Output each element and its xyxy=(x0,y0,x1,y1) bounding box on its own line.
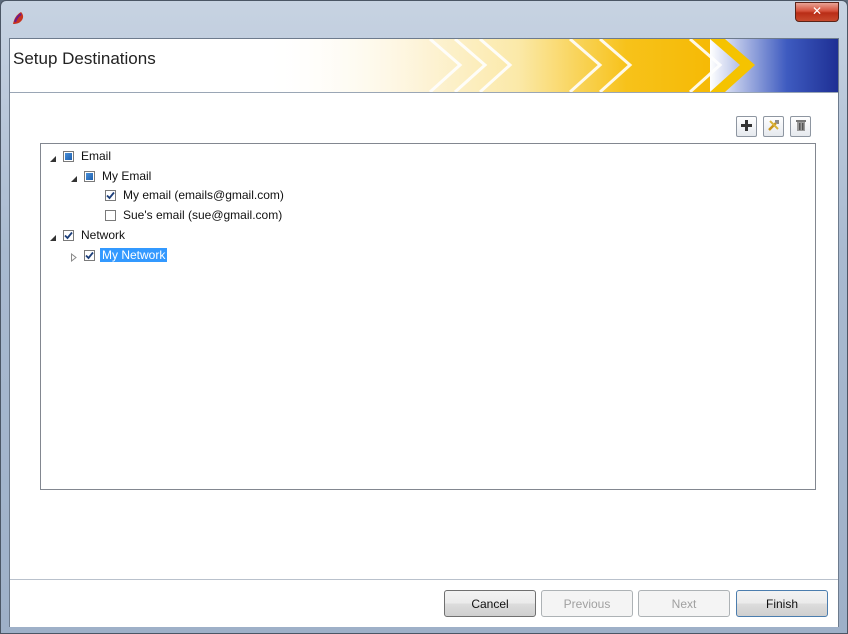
previous-button[interactable]: Previous xyxy=(541,590,633,617)
next-button[interactable]: Next xyxy=(638,590,730,617)
my-email-group-checkbox[interactable] xyxy=(84,170,95,182)
trash-icon xyxy=(795,117,807,136)
tree-node-label: Sue's email (sue@gmail.com) xyxy=(123,208,283,222)
tree-node-label: My Network xyxy=(100,248,168,262)
close-button[interactable]: ✕ xyxy=(795,2,839,22)
window-frame: ✕ Setup Destinations Email My Email My e… xyxy=(0,0,848,634)
wizard-footer: Cancel Previous Next Finish xyxy=(10,579,838,627)
sues-email-checkbox[interactable] xyxy=(105,209,116,221)
page-title: Setup Destinations xyxy=(13,49,156,68)
edit-destination-button[interactable] xyxy=(763,116,784,137)
my-network-checkbox[interactable] xyxy=(84,249,95,261)
tree-node-label: My Email xyxy=(102,169,152,183)
expanded-arrow-icon[interactable] xyxy=(48,231,57,241)
tree-node-sues-email[interactable]: Sue's email (sue@gmail.com) xyxy=(105,206,284,224)
add-destination-button[interactable] xyxy=(736,116,757,137)
tree-node-my-email[interactable]: My email (emails@gmail.com) xyxy=(105,186,286,204)
delete-destination-button[interactable] xyxy=(790,116,811,137)
tree-node-network[interactable]: Network xyxy=(48,226,127,244)
finish-button[interactable]: Finish xyxy=(736,590,828,617)
wizard-header: Setup Destinations xyxy=(10,39,838,93)
expanded-arrow-icon[interactable] xyxy=(48,152,57,162)
destinations-tree[interactable]: Email My Email My email (emails@gmail.co… xyxy=(40,143,816,490)
collapsed-arrow-icon[interactable] xyxy=(69,251,78,262)
expanded-arrow-icon[interactable] xyxy=(69,172,78,182)
my-email-checkbox[interactable] xyxy=(105,189,116,201)
tree-node-my-email-group[interactable]: My Email xyxy=(69,167,153,185)
tree-node-email[interactable]: Email xyxy=(48,147,113,165)
tree-node-label: My email (emails@gmail.com) xyxy=(123,188,284,202)
app-logo-icon xyxy=(10,10,26,26)
tree-node-label: Network xyxy=(81,228,126,242)
cancel-button[interactable]: Cancel xyxy=(444,590,536,617)
tools-icon xyxy=(767,117,781,136)
plus-icon xyxy=(740,117,753,136)
email-checkbox[interactable] xyxy=(63,150,74,162)
tree-node-my-network[interactable]: My Network xyxy=(69,246,168,264)
title-bar[interactable]: ✕ xyxy=(1,1,847,35)
wizard-client-area: Setup Destinations Email My Email My ema… xyxy=(9,38,839,627)
close-icon: ✕ xyxy=(811,4,823,18)
tree-node-label: Email xyxy=(81,149,112,163)
network-checkbox[interactable] xyxy=(63,229,74,241)
